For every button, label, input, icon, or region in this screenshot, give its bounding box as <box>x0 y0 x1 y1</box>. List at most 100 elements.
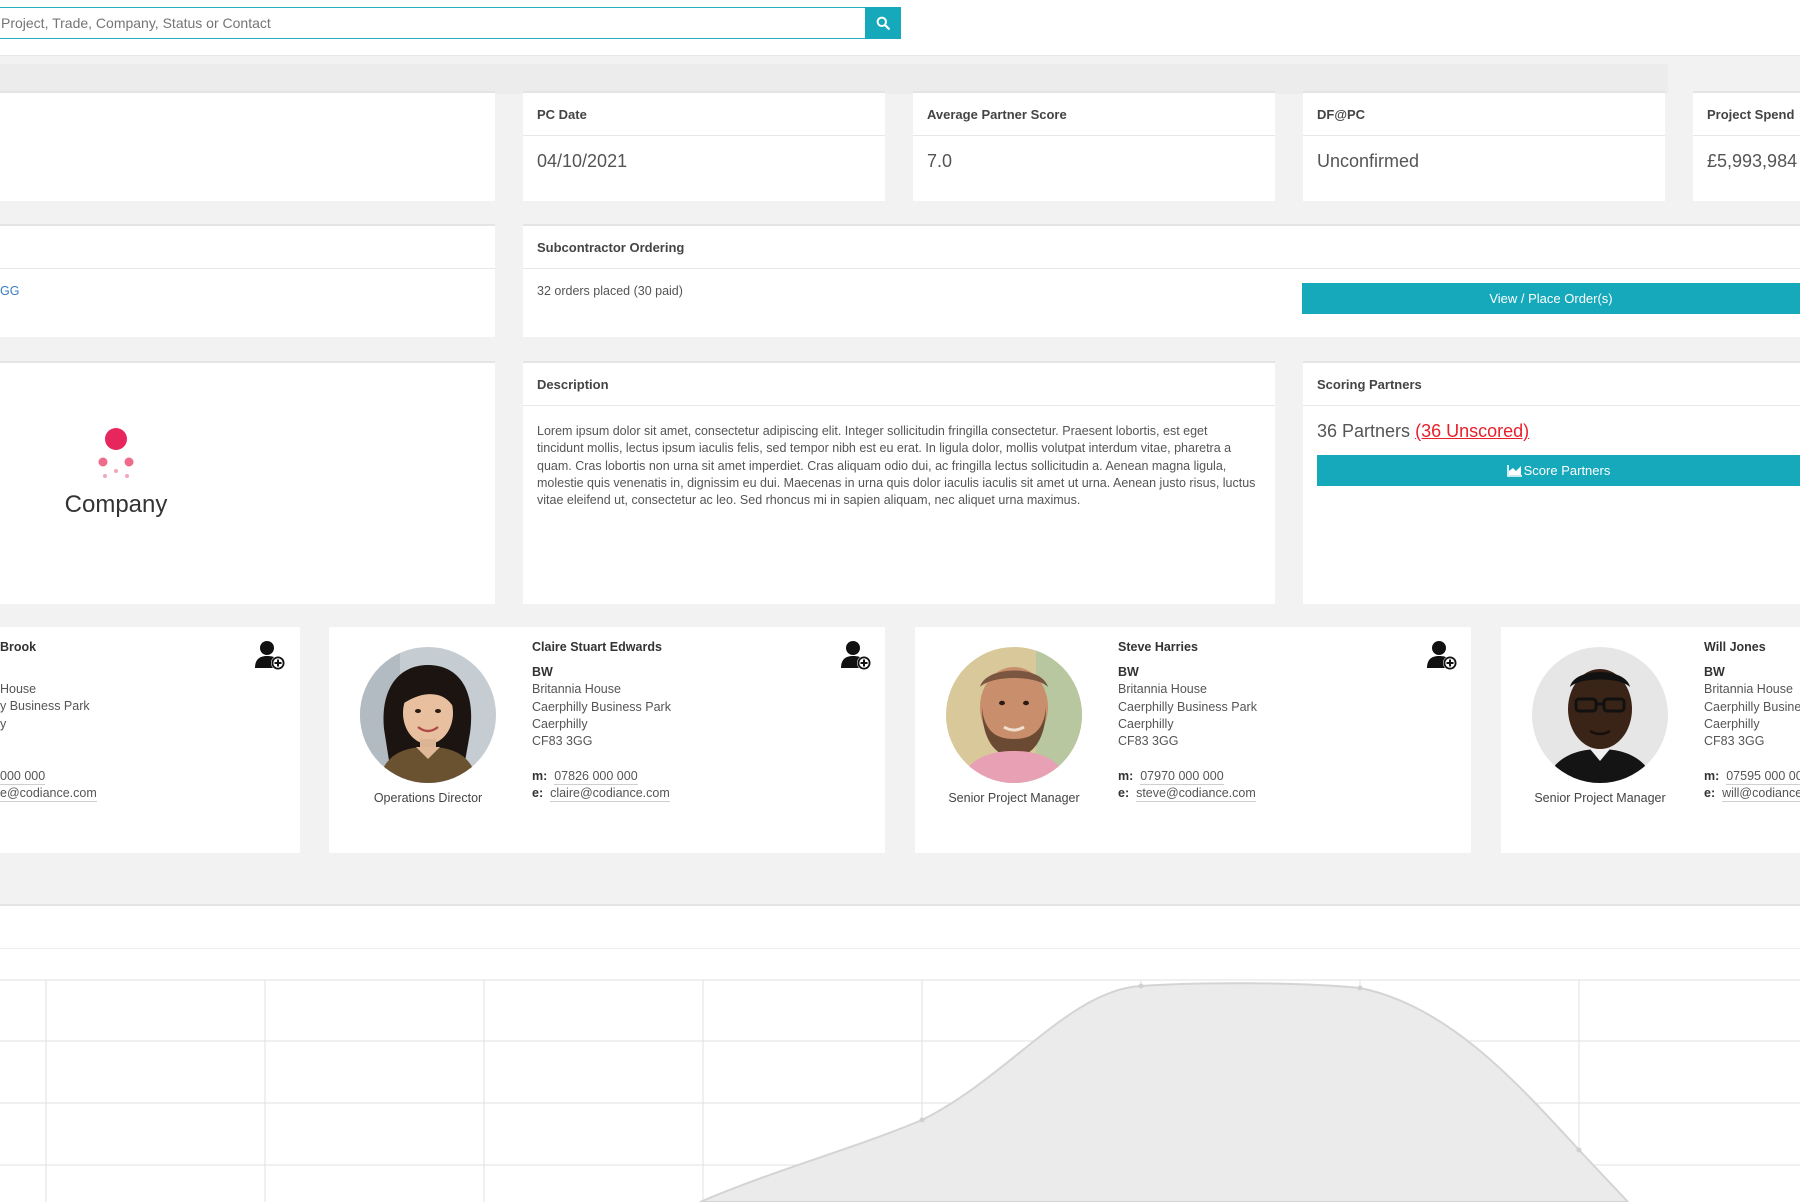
stat-card-project-spend: Project Spend £5,993,984 <box>1693 91 1800 201</box>
average-partner-score-value: 7.0 <box>927 151 953 171</box>
contact-name: Brook <box>0 640 37 654</box>
contact-name: Steve Harries <box>1118 640 1198 654</box>
address-line: Britannia House <box>1118 682 1207 697</box>
chart-point <box>1576 1147 1582 1153</box>
stat-card-header: Average Partner Score <box>913 93 1275 136</box>
address-line: Caerphilly <box>1118 716 1174 731</box>
stat-card-title: DF@PC <box>1317 107 1366 122</box>
contact-company: BW <box>1704 665 1725 679</box>
contact-email: e: claire@codiance.com <box>532 785 670 802</box>
contact-name: Will Jones <box>1704 640 1766 654</box>
search-bar <box>0 7 902 39</box>
orders-summary: 32 orders placed (30 paid) <box>537 284 683 298</box>
email-link[interactable]: will@codiance.c <box>1722 786 1800 802</box>
avatar-image <box>1532 647 1668 783</box>
stat-card-average-partner-score: Average Partner Score 7.0 <box>913 91 1275 201</box>
chart-panel <box>0 904 1800 1202</box>
stat-card-header: DF@PC <box>1303 93 1665 136</box>
pc-date-value: 04/10/2021 <box>537 151 628 171</box>
view-place-orders-button[interactable]: View / Place Order(s) <box>1302 283 1800 314</box>
address-line: Caerphilly <box>1704 716 1760 731</box>
score-partners-button[interactable]: Score Partners <box>1317 455 1800 486</box>
contact-role: Senior Project Manager <box>948 791 1080 805</box>
address-line: CF83 3GG <box>1118 734 1179 749</box>
address-line: Caerphilly Business Park <box>532 699 671 714</box>
project-spend-value: £5,993,984 <box>1707 151 1798 171</box>
stat-card-header: PC Date <box>523 93 885 136</box>
email-link[interactable]: claire@codiance.com <box>550 786 670 802</box>
card-header: Scoring Partners <box>1303 363 1800 406</box>
contact-card: Operations Director Claire Stuart Edward… <box>329 627 885 853</box>
stat-card-title: PC Date <box>537 107 587 122</box>
contact-company: BW <box>1118 665 1139 679</box>
address-line: y Business Park <box>0 699 90 714</box>
stat-card-title: Average Partner Score <box>927 107 1067 122</box>
contact-address: BW Britannia House Caerphilly Business P… <box>1118 664 1318 750</box>
contact-email: e: steve@codiance.com <box>1118 785 1256 802</box>
address-card-partial: GG <box>0 224 495 337</box>
avatar <box>1532 647 1668 783</box>
scoring-partners-card: Scoring Partners 36 Partners (36 Unscore… <box>1303 361 1800 604</box>
card-title: Description <box>537 377 609 392</box>
address-line: CF83 3GG <box>1704 734 1765 749</box>
stat-card-title: Project Spend <box>1707 107 1795 122</box>
address-line: House <box>0 682 37 696</box>
description-text: Lorem ipsum dolor sit amet, consectetur … <box>537 424 1256 508</box>
contact-card: Brook House y Business Park y 000 000 e@… <box>0 627 300 853</box>
card-header <box>0 226 495 269</box>
search-icon <box>876 16 890 30</box>
score-partners-label: Score Partners <box>1523 463 1611 478</box>
address-link[interactable]: GG <box>0 284 19 298</box>
mobile-label: m: <box>532 769 548 783</box>
mobile-number[interactable]: 07826 000 000 <box>554 769 638 785</box>
contact-mobile: 000 000 <box>0 768 46 785</box>
chart-icon <box>1506 465 1522 477</box>
description-card: Description Lorem ipsum dolor sit amet, … <box>523 361 1275 604</box>
contact-mobile: m: 07970 000 000 <box>1118 768 1224 785</box>
mobile-number[interactable]: 07595 000 000 <box>1726 769 1800 785</box>
chart-area-series <box>699 982 1630 1202</box>
company-logo-text: Company <box>64 491 168 518</box>
mobile-number[interactable]: 07970 000 000 <box>1140 769 1224 785</box>
search-button[interactable] <box>865 7 901 39</box>
email-label: e: <box>1704 786 1716 800</box>
chart-point <box>919 1117 925 1123</box>
card-header: Subcontractor Ordering <box>523 226 1800 269</box>
company-logo-card: Company <box>0 361 495 604</box>
stat-card-pc-date: PC Date 04/10/2021 <box>523 91 885 201</box>
mobile-label: m: <box>1118 769 1134 783</box>
avatar <box>360 647 496 783</box>
contact-card: Senior Project Manager Steve Harries BW … <box>915 627 1471 853</box>
address-line: y <box>0 716 7 731</box>
contact-address: BW Britannia House Caerphilly Busine Cae… <box>1704 664 1800 750</box>
df-at-pc-value: Unconfirmed <box>1317 151 1420 171</box>
avatar-image <box>360 647 496 783</box>
add-contact-icon[interactable] <box>254 639 286 671</box>
partners-count: 36 Partners <box>1317 421 1411 441</box>
search-input[interactable] <box>0 7 868 39</box>
stat-card-header: Project Spend <box>1693 93 1800 136</box>
address-line: Britannia House <box>532 682 621 697</box>
contact-address: House y Business Park y <box>0 681 200 733</box>
contact-company: BW <box>532 665 553 679</box>
unscored-partners-link[interactable]: (36 Unscored) <box>1415 421 1529 441</box>
add-contact-icon[interactable] <box>840 639 872 671</box>
mobile-number[interactable]: 000 000 <box>0 769 46 785</box>
address-line: Britannia House <box>1704 682 1793 697</box>
top-bar <box>0 0 1800 56</box>
stat-card-df-at-pc: DF@PC Unconfirmed <box>1303 91 1665 201</box>
email-link[interactable]: steve@codiance.com <box>1136 786 1256 802</box>
card-header: Description <box>523 363 1275 406</box>
add-contact-icon[interactable] <box>1426 639 1458 671</box>
chart-point <box>1357 985 1363 991</box>
contact-role: Operations Director <box>373 791 483 805</box>
email-link[interactable]: e@codiance.com <box>0 786 97 802</box>
card-title: Subcontractor Ordering <box>537 240 685 255</box>
address-line: Caerphilly Busine <box>1704 699 1800 714</box>
avatar-image <box>946 647 1082 783</box>
address-line: CF83 3GG <box>532 734 593 749</box>
contact-role: Senior Project Manager <box>1534 791 1666 805</box>
address-line: Caerphilly Business Park <box>1118 699 1257 714</box>
contact-address: BW Britannia House Caerphilly Business P… <box>532 664 732 750</box>
email-label: e: <box>1118 786 1130 800</box>
